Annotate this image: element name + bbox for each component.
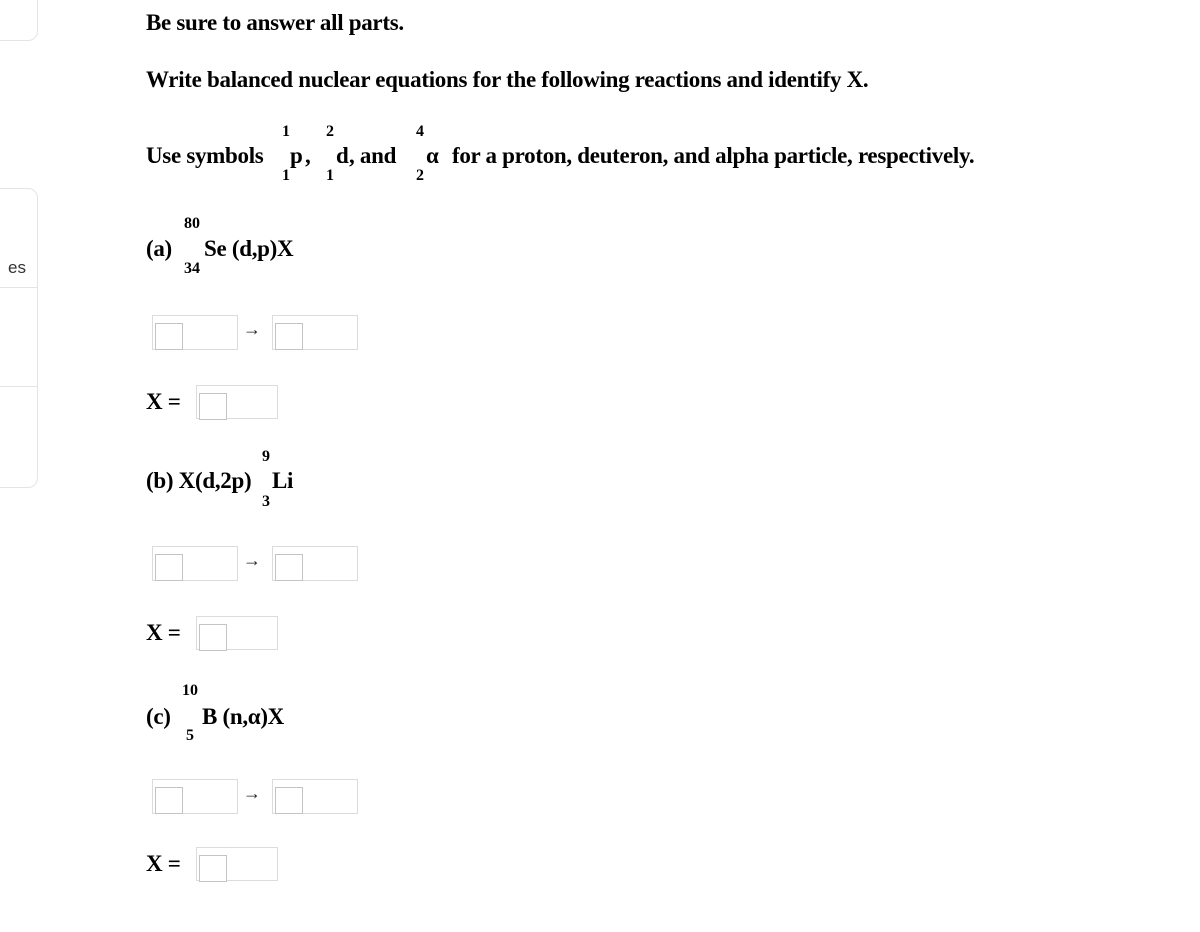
- part-b-x-input[interactable]: [196, 616, 278, 651]
- part-c-reaction: B (n,α)X: [202, 704, 284, 729]
- sidebar-nav-item-3-label: es: [8, 258, 26, 277]
- alpha-symbol: α: [426, 143, 439, 168]
- part-c-x-template-slot[interactable]: [199, 855, 227, 882]
- part-b-reaction: Li: [272, 468, 294, 493]
- alpha-atomic-number: 2: [416, 167, 424, 184]
- part-a-mass-number: 80: [184, 215, 200, 232]
- part-b-label: (b) X(d,2p): [146, 468, 252, 493]
- part-c-reactant-input[interactable]: [152, 779, 238, 814]
- proton-separator: ,: [305, 143, 311, 168]
- part-a-x-input[interactable]: [196, 385, 278, 420]
- part-c-label: (c): [146, 704, 171, 729]
- part-c-x-label: X =: [146, 851, 181, 876]
- part-a-product-template-slot[interactable]: [275, 323, 303, 350]
- instruction-write-equations: Write balanced nuclear equations for the…: [146, 67, 869, 92]
- proton-mass-number: 1: [282, 123, 290, 140]
- part-b-reactant-input[interactable]: [152, 546, 238, 581]
- part-c-x-input[interactable]: [196, 847, 278, 882]
- part-b-product-input[interactable]: [272, 546, 358, 581]
- part-b-x-template-slot[interactable]: [199, 624, 227, 651]
- part-b-atomic-number: 3: [262, 493, 270, 510]
- part-a-x-label: X =: [146, 389, 181, 414]
- proton-atomic-number: 1: [282, 167, 290, 184]
- part-b-product-template-slot[interactable]: [275, 554, 303, 581]
- alpha-description: for a proton, deuteron, and alpha partic…: [452, 143, 975, 168]
- part-c-atomic-number: 5: [186, 727, 194, 744]
- part-a-reactant-input[interactable]: [152, 315, 238, 350]
- deuteron-mass-number: 2: [326, 123, 334, 140]
- use-symbols-prefix: Use symbols: [146, 143, 264, 168]
- part-c-product-input[interactable]: [272, 779, 358, 814]
- deuteron-symbol: d: [336, 143, 349, 168]
- deuteron-separator: , and: [349, 143, 397, 168]
- alpha-mass-number: 4: [416, 123, 424, 140]
- sidebar-nav-item-2[interactable]: [0, 288, 37, 387]
- part-c-reactant-template-slot[interactable]: [155, 787, 183, 814]
- part-a-product-input[interactable]: [272, 315, 358, 350]
- part-c-product-template-slot[interactable]: [275, 787, 303, 814]
- deuteron-atomic-number: 1: [326, 167, 334, 184]
- proton-symbol: p: [290, 143, 303, 168]
- part-c-mass-number: 10: [182, 682, 198, 699]
- part-b-x-label: X =: [146, 620, 181, 645]
- sidebar-nav-card: [0, 188, 38, 488]
- part-a-reactant-template-slot[interactable]: [155, 323, 183, 350]
- part-b-mass-number: 9: [262, 448, 270, 465]
- part-a-reaction: Se (d,p)X: [204, 236, 294, 261]
- part-a-x-template-slot[interactable]: [199, 393, 227, 420]
- sidebar-top-card: [0, 0, 38, 41]
- part-b-reactant-template-slot[interactable]: [155, 554, 183, 581]
- instruction-answer-all: Be sure to answer all parts.: [146, 10, 404, 35]
- part-b-arrow-icon: →: [243, 550, 261, 570]
- part-a-label: (a): [146, 236, 172, 261]
- part-a-atomic-number: 34: [184, 260, 200, 277]
- part-c-arrow-icon: →: [243, 783, 261, 803]
- part-a-arrow-icon: →: [243, 319, 261, 339]
- sidebar-nav-item-3[interactable]: [0, 387, 37, 486]
